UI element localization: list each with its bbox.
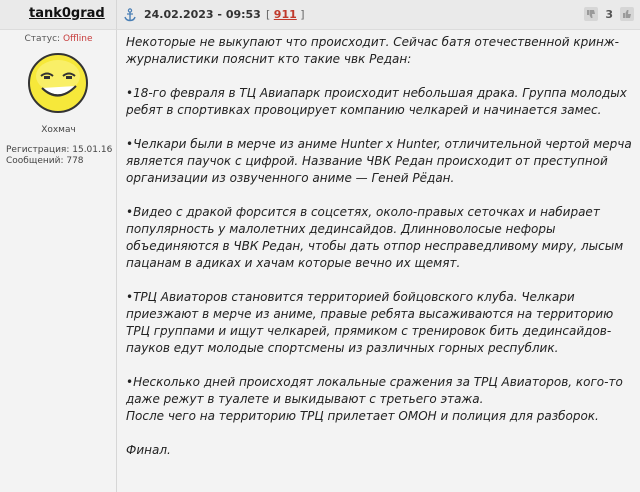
thumb-up-icon: [623, 10, 631, 18]
smiley-face-icon: [28, 53, 88, 113]
rating-value: 3: [605, 7, 613, 21]
rate-up-button[interactable]: [620, 7, 634, 21]
post-paragraph: После чего на территорию ТРЦ прилетает О…: [126, 409, 599, 423]
thumb-down-icon: [587, 10, 596, 18]
post-number: [ 911 ]: [266, 8, 305, 21]
user-status: Статус: Offline: [0, 34, 117, 44]
username-link[interactable]: tank0grad: [29, 6, 105, 21]
anchor-icon[interactable]: [123, 8, 137, 22]
post-paragraph: Финал.: [126, 443, 171, 457]
message-count: Сообщений: 778: [6, 156, 84, 166]
post-paragraph: •Челкари были в мерче из аниме Hunter x …: [126, 137, 632, 185]
user-meta: Регистрация: 15.01.16 Сообщений: 778: [6, 145, 112, 167]
post-header: 24.02.2023 - 09:53 [ 911 ] 3: [117, 0, 640, 30]
post-body: Некоторые не выкупают что происходит. Се…: [126, 34, 632, 476]
post-number-open: [: [266, 8, 271, 21]
user-rank: Хохмач: [41, 125, 76, 135]
post-number-close: ]: [300, 8, 305, 21]
post-date: 24.02.2023 - 09:53: [144, 8, 261, 21]
rate-down-button[interactable]: [584, 7, 599, 21]
registration-date: Регистрация: 15.01.16: [6, 145, 113, 155]
post-paragraph: •ТРЦ Авиаторов становится территорией бо…: [126, 290, 614, 355]
status-label: Статус:: [24, 34, 61, 44]
post-rating: 3: [581, 4, 637, 24]
post-paragraph: •18-го февраля в ТЦ Авиапарк происходит …: [126, 86, 627, 117]
post-paragraph: •Видео с дракой форсится в соцсетях, око…: [126, 205, 624, 270]
status-value: Offline: [62, 34, 93, 44]
post-paragraph: Некоторые не выкупают что происходит. Се…: [126, 35, 619, 66]
post-number-link[interactable]: 911: [274, 8, 297, 21]
post-paragraph: •Несколько дней происходят локальные сра…: [126, 375, 623, 406]
user-header: tank0grad: [0, 0, 117, 30]
